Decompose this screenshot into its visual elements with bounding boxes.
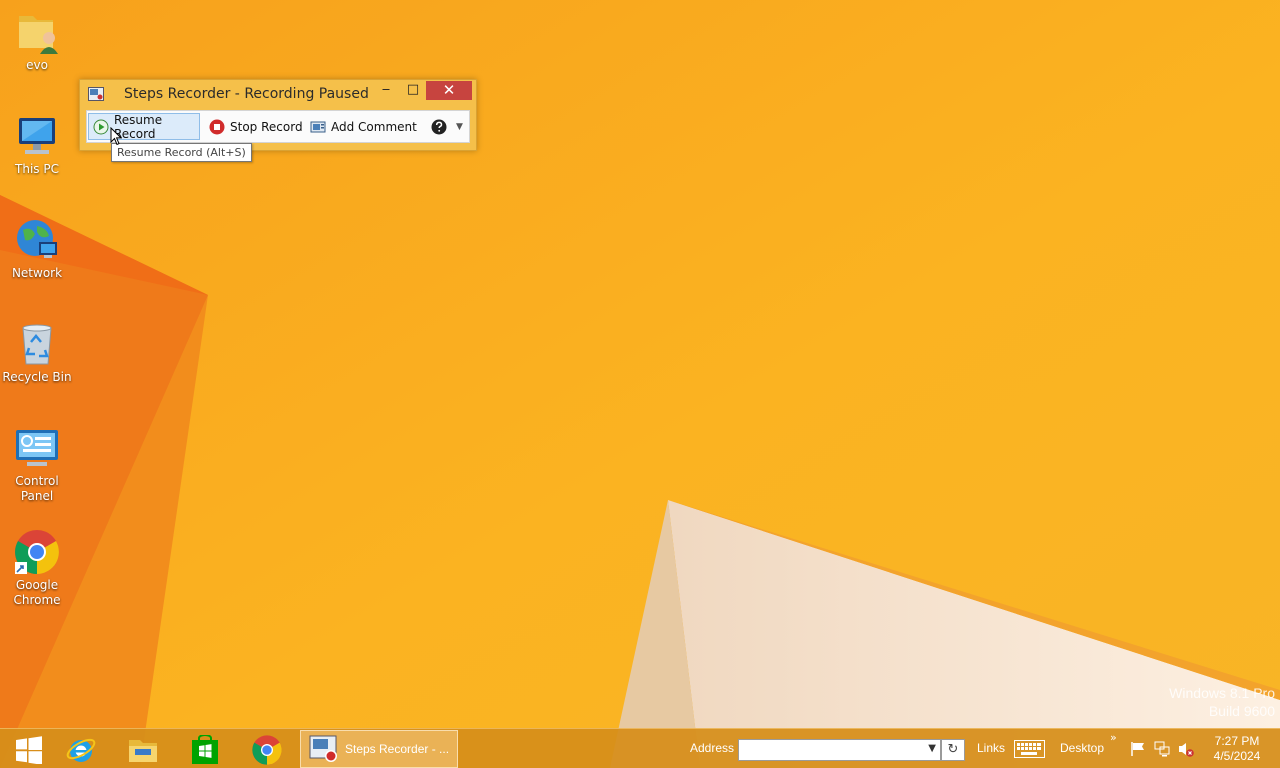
maximize-button[interactable]: □ — [400, 81, 426, 101]
desktop-icon-label: Control Panel — [15, 474, 59, 503]
chevron-down-icon[interactable]: ▼ — [928, 743, 936, 754]
steps-recorder-icon — [309, 735, 337, 762]
desktop-icon-this-pc[interactable]: This PC — [2, 112, 72, 177]
start-button[interactable] — [0, 731, 58, 768]
resume-record-label: Resume Record — [114, 112, 163, 141]
user-folder-icon — [19, 16, 58, 54]
watermark-line: Windows 8.1 Pro — [1169, 685, 1275, 701]
steps-recorder-window: Steps Recorder - Recording Paused ‒ □ ✕ … — [79, 79, 477, 151]
recorder-toolbar: Resume Record Stop Record Add Comment ▼ — [86, 110, 470, 143]
tooltip: Resume Record (Alt+S) — [111, 143, 252, 162]
volume-muted-icon[interactable] — [1178, 741, 1194, 757]
desktop-icon-label: Network — [11, 266, 63, 280]
desktop-icon-label: Recycle Bin — [2, 370, 72, 384]
links-toolbar-label[interactable]: Links — [977, 741, 1005, 755]
control-panel-icon — [16, 430, 58, 466]
window-titlebar[interactable]: Steps Recorder - Recording Paused ‒ □ ✕ — [80, 80, 476, 108]
clock-time: 7:27 PM — [1214, 734, 1260, 748]
task-label: Steps Recorder - ... — [345, 742, 450, 756]
internet-explorer-icon — [66, 738, 96, 762]
add-comment-icon — [310, 121, 326, 132]
settings-dropdown[interactable]: ▼ — [456, 113, 463, 140]
action-center-flag-icon[interactable] — [1130, 741, 1146, 757]
mouse-cursor-icon — [110, 127, 122, 146]
system-clock[interactable]: 7:27 PM 4/5/2024 — [1210, 734, 1264, 764]
file-explorer-icon — [129, 740, 157, 762]
window-title: Steps Recorder - Recording Paused — [124, 86, 369, 102]
steps-recorder-icon — [88, 87, 104, 101]
desktop-toolbar-label[interactable]: Desktop — [1060, 741, 1104, 755]
taskbar-store[interactable] — [176, 731, 234, 768]
add-comment-button[interactable]: Add Comment — [310, 113, 417, 140]
taskbar-chrome[interactable] — [238, 731, 296, 768]
address-label: Address — [690, 741, 735, 755]
start-icon — [16, 736, 42, 764]
touch-keyboard-icon[interactable] — [1014, 740, 1045, 758]
help-icon — [431, 119, 447, 134]
play-icon — [93, 119, 109, 134]
stop-record-button[interactable]: Stop Record — [209, 113, 303, 140]
taskbar: Steps Recorder - ... Address ▼ ↻ Links D… — [0, 728, 1280, 768]
toolbar-overflow-chevron[interactable]: » — [1110, 731, 1117, 744]
desktop-icon-evo[interactable]: evo — [2, 8, 72, 73]
recycle-bin-icon — [22, 324, 52, 365]
network-globe-icon — [17, 220, 57, 258]
refresh-button[interactable]: ↻ — [941, 739, 965, 761]
desktop-icon-recycle-bin[interactable]: Recycle Bin — [2, 320, 72, 385]
stop-record-label: Stop Record — [230, 119, 303, 134]
taskbar-internet-explorer[interactable] — [52, 731, 110, 768]
clock-date: 4/5/2024 — [1213, 749, 1261, 763]
desktop-icon-control-panel[interactable]: Control Panel — [2, 424, 72, 504]
desktop-icon-label: Google Chrome — [13, 578, 61, 607]
desktop-icon-google-chrome[interactable]: Google Chrome — [2, 528, 72, 608]
windows-version-watermark: Windows 8.1 Pro Build 9600 — [1169, 684, 1275, 720]
address-input[interactable]: ▼ — [738, 739, 941, 761]
close-button[interactable]: ✕ — [426, 81, 472, 100]
computer-icon — [19, 118, 55, 154]
network-tray-icon[interactable] — [1154, 741, 1170, 757]
chrome-icon — [252, 735, 282, 765]
store-icon — [192, 735, 218, 764]
add-comment-label: Add Comment — [331, 119, 417, 134]
minimize-button[interactable]: ‒ — [373, 81, 399, 101]
resume-record-button[interactable]: Resume Record — [88, 112, 200, 141]
desktop-icon-label: This PC — [15, 162, 59, 176]
taskbar-file-explorer[interactable] — [114, 731, 172, 768]
desktop-icon-label: evo — [26, 58, 48, 72]
help-button[interactable] — [431, 113, 452, 140]
refresh-icon: ↻ — [947, 742, 959, 757]
stop-icon — [209, 119, 225, 134]
desktop-icon-network[interactable]: Network — [2, 216, 72, 281]
taskbar-steps-recorder[interactable]: Steps Recorder - ... — [300, 730, 458, 768]
watermark-line: Build 9600 — [1208, 703, 1275, 719]
chrome-icon — [15, 530, 59, 574]
